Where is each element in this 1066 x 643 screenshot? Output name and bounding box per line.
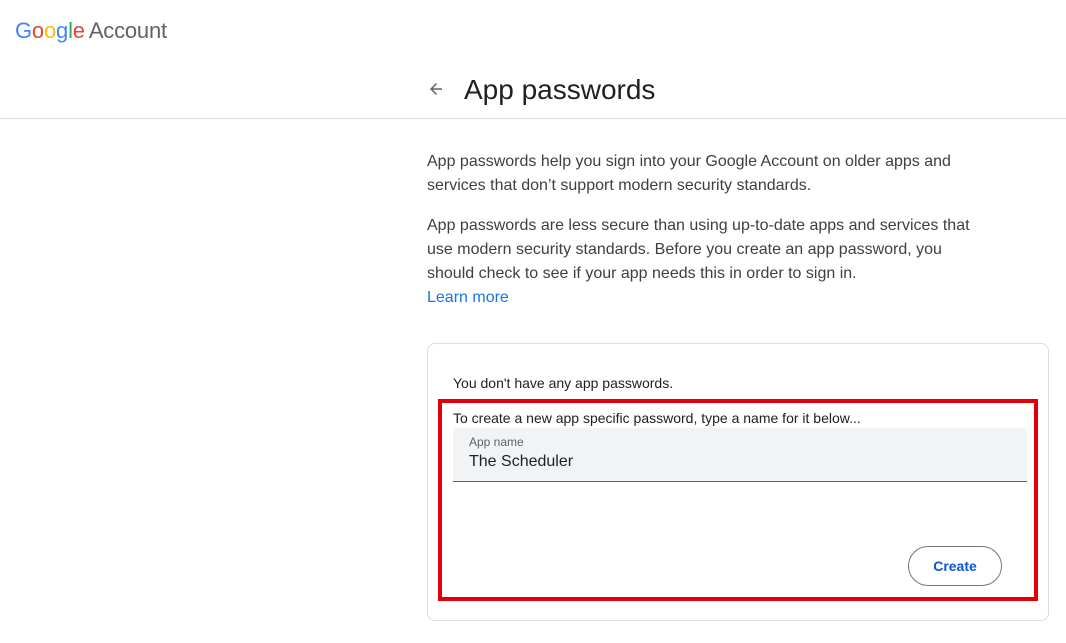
empty-state-message: You don't have any app passwords.	[453, 375, 674, 391]
logo-letter: G	[15, 18, 32, 43]
create-instruction: To create a new app specific password, t…	[453, 410, 861, 426]
logo-letter: o	[43, 18, 57, 43]
app-name-field[interactable]: App name	[453, 428, 1027, 482]
logo-product-name: Account	[88, 18, 167, 43]
app-name-input[interactable]	[469, 452, 1009, 472]
arrow-back-icon	[430, 83, 442, 95]
page-title-bar: App passwords	[0, 64, 1066, 119]
app-passwords-card: You don't have any app passwords. To cre…	[427, 343, 1049, 621]
logo-letter: o	[31, 18, 44, 43]
intro-paragraph-1: App passwords help you sign into your Go…	[427, 153, 951, 194]
back-button[interactable]	[422, 75, 450, 103]
logo-letter: g	[56, 18, 69, 43]
app-name-label: App name	[469, 435, 524, 449]
learn-more-link[interactable]: Learn more	[427, 286, 509, 310]
intro-paragraph-2: App passwords are less secure than using…	[427, 214, 987, 310]
logo-letter: e	[72, 18, 85, 43]
intro-section: App passwords help you sign into your Go…	[427, 150, 987, 310]
intro-paragraph-2-text: App passwords are less secure than using…	[427, 217, 970, 282]
create-button[interactable]: Create	[908, 546, 1002, 586]
google-account-logo[interactable]: Google Account	[15, 17, 167, 45]
page-title: App passwords	[464, 74, 656, 105]
app-header: Google Account	[0, 0, 1066, 64]
